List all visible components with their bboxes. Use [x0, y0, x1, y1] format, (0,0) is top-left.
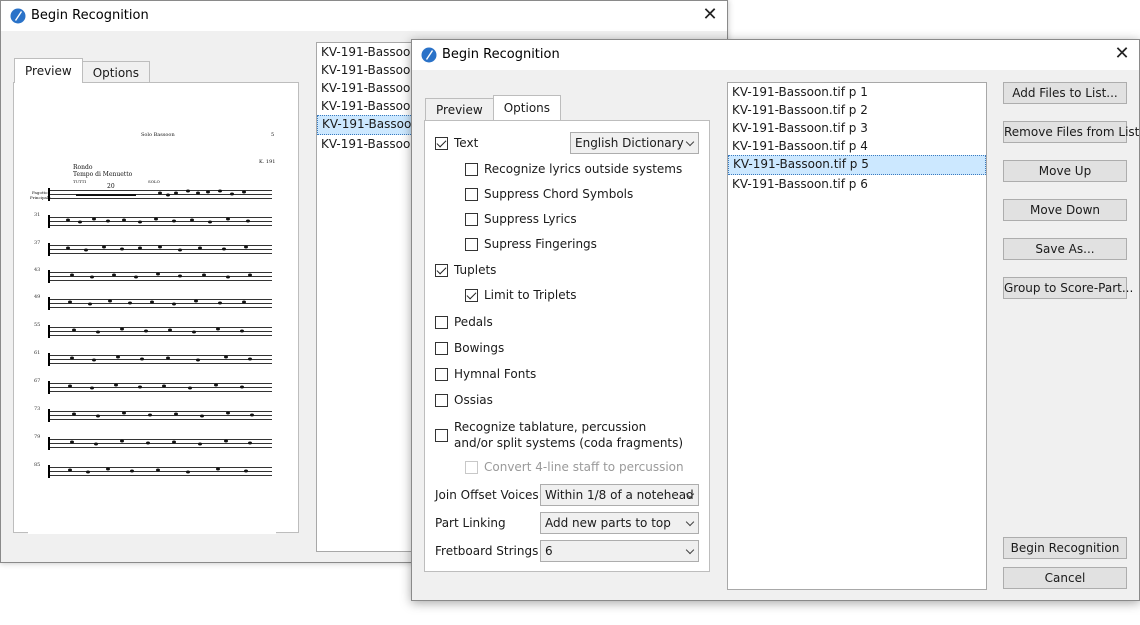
- option-recognize-lyrics[interactable]: Recognize lyrics outside systems: [465, 162, 682, 176]
- tablature-checkbox[interactable]: [435, 428, 448, 442]
- tab-bar: Preview Options: [14, 58, 151, 83]
- score-notes: [66, 189, 254, 474]
- tab-options[interactable]: Options: [81, 61, 151, 83]
- option-tuplets[interactable]: Tuplets: [435, 263, 496, 277]
- suppress-chords-checkbox[interactable]: [465, 187, 478, 201]
- option-suppress-fingerings[interactable]: Supress Fingerings: [465, 237, 597, 251]
- list-item[interactable]: KV-191-Bassoon.tif p 4: [728, 137, 986, 155]
- move-up-button[interactable]: Move Up: [1003, 160, 1127, 182]
- hymnal-fonts-label: Hymnal Fonts: [454, 367, 537, 381]
- pedals-checkbox[interactable]: [435, 315, 448, 329]
- tab-preview[interactable]: Preview: [425, 98, 494, 120]
- option-convert-staff: Convert 4-line staff to percussion: [465, 460, 684, 474]
- bowings-label: Bowings: [454, 341, 505, 355]
- option-hymnal-fonts[interactable]: Hymnal Fonts: [435, 367, 536, 381]
- suppress-chords-label: Suppress Chord Symbols: [484, 187, 634, 201]
- close-icon[interactable]: ✕: [701, 6, 719, 24]
- suppress-lyrics-label: Suppress Lyrics: [484, 212, 577, 226]
- tablature-label-line1: Recognize tablature, percussion: [454, 420, 647, 434]
- tablature-label: Recognize tablature, percussion and/or s…: [454, 419, 683, 451]
- fretboard-strings-value: 6: [545, 544, 553, 558]
- fretboard-strings-select[interactable]: 6: [540, 540, 699, 562]
- option-ossias[interactable]: Ossias: [435, 393, 493, 407]
- convert-staff-checkbox: [465, 460, 478, 474]
- convert-staff-label: Convert 4-line staff to percussion: [484, 460, 684, 474]
- move-down-button[interactable]: Move Down: [1003, 199, 1127, 221]
- recognize-lyrics-label: Recognize lyrics outside systems: [484, 162, 683, 176]
- title-bar[interactable]: Begin Recognition ✕: [412, 40, 1139, 70]
- option-bowings[interactable]: Bowings: [435, 341, 504, 355]
- suppress-fingerings-label: Supress Fingerings: [484, 237, 597, 251]
- list-item[interactable]: KV-191-Bassoon.tif p 2: [728, 101, 986, 119]
- list-item-selected[interactable]: KV-191-Bassoon.tif p 5: [728, 155, 986, 175]
- title-bar[interactable]: Begin Recognition ✕: [1, 1, 727, 31]
- list-item[interactable]: KV-191-Bassoon.t: [317, 43, 415, 61]
- add-files-button[interactable]: Add Files to List...: [1003, 82, 1127, 104]
- suppress-fingerings-checkbox[interactable]: [465, 237, 478, 251]
- limit-triplets-checkbox[interactable]: [465, 288, 478, 302]
- ossias-checkbox[interactable]: [435, 393, 448, 407]
- chevron-down-icon: [685, 545, 695, 555]
- chevron-down-icon: [685, 137, 695, 147]
- list-item[interactable]: KV-191-Bassoon.t: [317, 79, 415, 97]
- begin-recognition-dialog: Begin Recognition ✕ Preview Options Text…: [411, 39, 1140, 601]
- save-as-button[interactable]: Save As...: [1003, 238, 1127, 260]
- option-text[interactable]: Text: [435, 136, 478, 150]
- hymnal-fonts-checkbox[interactable]: [435, 367, 448, 381]
- tab-options[interactable]: Options: [492, 95, 562, 120]
- tablature-label-line2: and/or split systems (coda fragments): [454, 436, 684, 450]
- fretboard-strings-label: Fretboard Strings: [435, 544, 539, 558]
- part-linking-value: Add new parts to top: [545, 516, 671, 530]
- options-panel: Text English Dictionary Recognize lyrics…: [424, 120, 710, 572]
- preview-panel: Solo Bassoon 5 Rondo Tempo di Menuetto K…: [13, 82, 299, 534]
- bowings-checkbox[interactable]: [435, 341, 448, 355]
- list-item[interactable]: KV-191-Bassoon.t: [317, 97, 415, 115]
- tab-preview[interactable]: Preview: [14, 58, 83, 83]
- option-tablature[interactable]: Recognize tablature, percussion and/or s…: [435, 419, 683, 451]
- app-icon: [10, 8, 26, 24]
- cancel-button[interactable]: Cancel: [1003, 567, 1127, 589]
- option-suppress-lyrics[interactable]: Suppress Lyrics: [465, 212, 577, 226]
- tuplets-label: Tuplets: [454, 263, 497, 277]
- join-offset-label: Join Offset Voices: [435, 488, 539, 502]
- option-pedals[interactable]: Pedals: [435, 315, 493, 329]
- limit-triplets-label: Limit to Triplets: [484, 288, 577, 302]
- list-item[interactable]: KV-191-Bassoon.tif p 1: [728, 83, 986, 101]
- tab-bar: Preview Options: [425, 95, 562, 120]
- tuplets-checkbox[interactable]: [435, 263, 448, 277]
- begin-recognition-button[interactable]: Begin Recognition: [1003, 537, 1127, 559]
- dictionary-value: English Dictionary: [575, 136, 684, 150]
- window-title: Begin Recognition: [442, 47, 560, 62]
- text-label: Text: [454, 136, 479, 150]
- list-item[interactable]: KV-191-Bassoon.tif p 6: [728, 175, 986, 193]
- file-list[interactable]: KV-191-Bassoon.tif p 1 KV-191-Bassoon.ti…: [727, 82, 987, 590]
- group-score-part-button[interactable]: Group to Score-Part...: [1003, 277, 1133, 299]
- join-offset-select[interactable]: Within 1/8 of a notehead: [540, 484, 699, 506]
- dictionary-select[interactable]: English Dictionary: [570, 132, 699, 154]
- list-item-selected[interactable]: KV-191-Bassoon.t: [317, 115, 415, 135]
- window-title: Begin Recognition: [31, 8, 149, 23]
- list-item[interactable]: KV-191-Bassoon.t: [317, 61, 415, 79]
- remove-files-button[interactable]: Remove Files from List: [1003, 121, 1139, 143]
- text-checkbox[interactable]: [435, 136, 448, 150]
- file-list[interactable]: KV-191-Bassoon.t KV-191-Bassoon.t KV-191…: [316, 42, 416, 552]
- option-suppress-chords[interactable]: Suppress Chord Symbols: [465, 187, 633, 201]
- option-limit-triplets[interactable]: Limit to Triplets: [465, 288, 577, 302]
- app-icon: [421, 47, 437, 63]
- part-linking-label: Part Linking: [435, 516, 506, 530]
- close-icon[interactable]: ✕: [1113, 45, 1131, 63]
- suppress-lyrics-checkbox[interactable]: [465, 212, 478, 226]
- ossias-label: Ossias: [454, 393, 493, 407]
- score-preview-image: Solo Bassoon 5 Rondo Tempo di Menuetto K…: [28, 94, 276, 534]
- pedals-label: Pedals: [454, 315, 493, 329]
- recognize-lyrics-checkbox[interactable]: [465, 162, 478, 176]
- list-item[interactable]: KV-191-Bassoon.tif p 3: [728, 119, 986, 137]
- join-offset-value: Within 1/8 of a notehead: [545, 488, 694, 502]
- chevron-down-icon: [685, 517, 695, 527]
- list-item[interactable]: KV-191-Bassoon.t: [317, 135, 415, 153]
- part-linking-select[interactable]: Add new parts to top: [540, 512, 699, 534]
